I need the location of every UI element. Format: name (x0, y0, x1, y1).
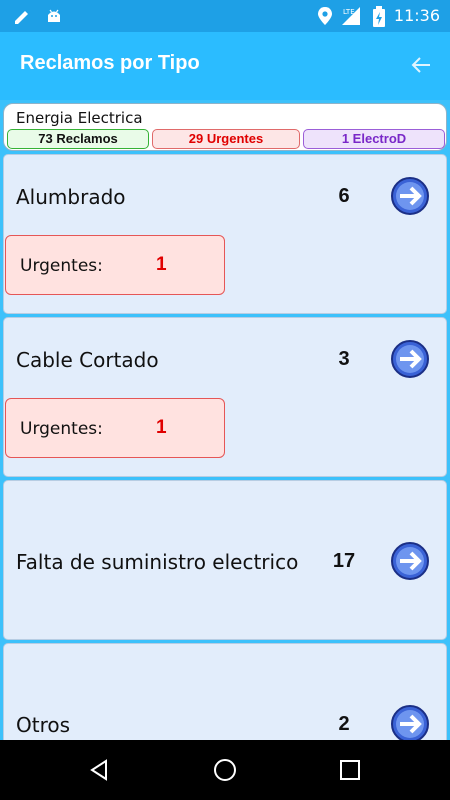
urgent-label: Urgentes: (20, 256, 103, 276)
back-arrow-icon[interactable] (410, 54, 432, 76)
type-card-cable-cortado[interactable]: Cable Cortado 3 Urgentes: 1 (3, 317, 447, 477)
urgent-badge: 29 Urgentes (152, 129, 300, 149)
type-card-falta-suministro[interactable]: Falta de suministro electrico 17 (3, 480, 447, 640)
type-card-alumbrado[interactable]: Alumbrado 6 Urgentes: 1 (3, 154, 447, 314)
app-bar: Reclamos por Tipo (0, 32, 450, 100)
content-area: Energia Electrica 73 Reclamos 29 Urgente… (0, 100, 450, 740)
urgent-label: Urgentes: (20, 419, 103, 439)
electrod-badge: 1 ElectroD (303, 129, 445, 149)
urgent-box: Urgentes: 1 (5, 398, 225, 458)
go-arrow-icon[interactable] (390, 541, 430, 581)
type-name: Otros (16, 713, 71, 737)
type-count: 17 (332, 550, 356, 572)
go-arrow-icon[interactable] (390, 704, 430, 740)
category-summary: Energia Electrica 73 Reclamos 29 Urgente… (3, 103, 447, 151)
urgent-box: Urgentes: 1 (5, 235, 225, 295)
status-time: 11:36 (393, 6, 440, 25)
type-count: 6 (338, 185, 350, 207)
edit-icon (15, 11, 28, 24)
type-name: Falta de suministro electrico (16, 550, 299, 574)
nav-recents-icon[interactable] (338, 758, 362, 782)
network-label: LTE (343, 8, 355, 16)
type-name: Cable Cortado (16, 348, 159, 372)
type-count: 3 (338, 348, 350, 370)
type-card-otros[interactable]: Otros 2 (3, 643, 447, 740)
status-bar: LTE 11:36 (0, 0, 450, 32)
location-icon (318, 7, 332, 25)
category-title: Energia Electrica (16, 109, 143, 127)
signal-icon: LTE (342, 7, 360, 25)
urgent-count: 1 (156, 417, 167, 438)
type-name: Alumbrado (16, 185, 126, 209)
total-reclamos-badge: 73 Reclamos (7, 129, 149, 149)
battery-icon (373, 6, 385, 27)
go-arrow-icon[interactable] (390, 339, 430, 379)
urgent-count: 1 (156, 254, 167, 275)
type-count: 2 (338, 713, 350, 735)
nav-back-icon[interactable] (88, 758, 112, 782)
navigation-bar (0, 740, 450, 800)
nav-home-icon[interactable] (213, 758, 237, 782)
go-arrow-icon[interactable] (390, 176, 430, 216)
page-title: Reclamos por Tipo (20, 52, 200, 74)
android-icon (48, 9, 60, 22)
